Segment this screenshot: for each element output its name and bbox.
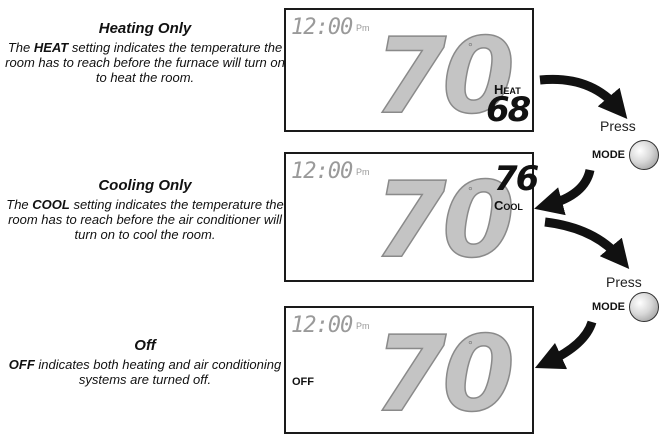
lcd-display-cool: 12:00 Pm 70 ° 76 Cool — [284, 152, 539, 282]
heating-only-text: The HEAT setting indicates the temperatu… — [5, 40, 285, 85]
cool-mode-label: Cool — [494, 198, 523, 213]
cool-setpoint: 76 — [494, 159, 539, 199]
clock-readout: 12:00 — [291, 313, 353, 338]
room-temperature: 70 — [373, 313, 515, 435]
mode-button-icon[interactable] — [629, 140, 659, 170]
heat-keyword: HEAT — [33, 40, 69, 55]
degree-symbol: ° — [468, 40, 473, 54]
cool-keyword: COOL — [32, 197, 70, 212]
pm-indicator: Pm — [356, 167, 370, 177]
off-keyword: OFF — [8, 357, 35, 372]
arrow-heat-to-press — [539, 74, 628, 119]
press-label: Press — [606, 274, 642, 290]
off-title: Off — [134, 337, 156, 354]
arrow-mode-to-cool — [534, 168, 595, 216]
press-label: Press — [600, 118, 636, 134]
cooling-only-title: Cooling Only — [98, 177, 192, 194]
off-description: Off OFF indicates both heating and air c… — [0, 337, 290, 387]
degree-symbol: ° — [468, 338, 473, 352]
clock-readout: 12:00 — [291, 159, 353, 184]
off-mode-label: OFF — [292, 376, 314, 388]
mode-button-label: MODE — [592, 301, 625, 313]
lcd-display-heat: 12:00 Pm 70 ° Heat 68 — [284, 8, 534, 132]
heating-only-description: Heating Only The HEAT setting indicates … — [0, 20, 290, 85]
heating-only-title: Heating Only — [98, 20, 192, 37]
pm-indicator: Pm — [356, 321, 370, 331]
arrow-mode-to-off — [534, 320, 597, 370]
mode-button[interactable]: MODE — [592, 140, 659, 170]
mode-button[interactable]: MODE — [592, 292, 659, 322]
clock-readout: 12:00 — [291, 15, 353, 40]
mode-button-label: MODE — [592, 149, 625, 161]
pm-indicator: Pm — [356, 23, 370, 33]
cooling-only-description: Cooling Only The COOL setting indicates … — [0, 177, 290, 242]
arrow-cool-to-press — [544, 217, 630, 270]
mode-button-icon[interactable] — [629, 292, 659, 322]
off-text: OFF indicates both heating and air condi… — [8, 357, 282, 387]
degree-symbol: ° — [468, 184, 473, 198]
room-temperature: 70 — [373, 159, 515, 281]
lcd-display-off: 12:00 Pm 70 ° OFF — [284, 306, 534, 434]
cooling-only-text: The COOL setting indicates the temperatu… — [6, 197, 284, 242]
heat-setpoint: 68 — [486, 90, 531, 130]
